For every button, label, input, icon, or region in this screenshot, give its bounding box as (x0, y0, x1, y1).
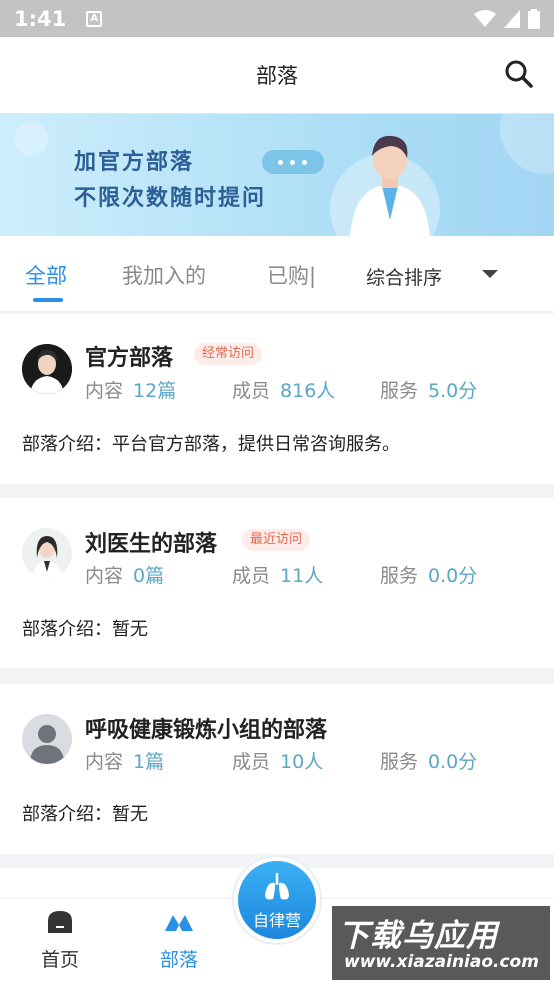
tribe-card[interactable]: 官方部落 经常访问 内容 12篇 成员 816人 服务 5.0分 部落介绍：平台官方部… (0, 314, 554, 484)
signal-icon (504, 9, 520, 28)
status-time: 1:41 (14, 6, 67, 31)
status-bar: 1:41 A (0, 0, 554, 37)
join-official-banner[interactable]: 加官方部落 不限次数随时提问 (0, 114, 554, 236)
tribe-intro: 部落介绍：暂无 (22, 619, 148, 640)
tribe-intro: 部落介绍：平台官方部落，提供日常咨询服务。 (22, 434, 400, 455)
doctor-avatar-icon (22, 528, 72, 578)
app-bar: 部落 (0, 37, 554, 114)
tribe-avatar (22, 344, 72, 394)
tribe-card[interactable]: 刘医生的部落 最近访问 内容 0篇 成员 11人 服务 0.0分 部落介绍：暂无 (0, 498, 554, 668)
tribe-content-stat: 内容 12篇 (85, 380, 177, 402)
search-icon[interactable] (504, 59, 534, 89)
visit-badge: 经常访问 (194, 343, 263, 365)
tab-bar: 全部 我加入的 已购| 综合排序 (0, 236, 554, 312)
tribe-avatar (22, 714, 72, 764)
banner-line-1: 加官方部落 (74, 150, 195, 175)
notification-icon: A (86, 10, 103, 27)
tribe-members-stat: 成员 816人 (232, 380, 336, 402)
tab-active-indicator (33, 298, 63, 302)
tribe-name: 呼吸健康锻炼小组的部落 (85, 718, 328, 743)
watermark-title: 下载乌应用 (338, 918, 498, 954)
tab-all[interactable]: 全部 (25, 260, 67, 290)
banner-decor-circle (14, 122, 48, 156)
tribe-icon (165, 915, 193, 931)
nav-tribe[interactable]: 部落 (139, 909, 219, 972)
home-icon (48, 911, 72, 933)
wifi-icon (474, 9, 496, 27)
watermark-logo: 下载乌应用 www.xiazainiao.com (332, 906, 550, 980)
nav-home[interactable]: 首页 (20, 909, 100, 972)
default-avatar-icon (22, 714, 72, 764)
tab-joined[interactable]: 我加入的 (122, 260, 206, 290)
lungs-icon (265, 873, 289, 900)
banner-decor-circle (500, 114, 554, 174)
banner-line-2: 不限次数随时提问 (74, 186, 267, 211)
self-discipline-camp-button[interactable]: 自律营 (234, 857, 320, 943)
sort-dropdown[interactable]: 综合排序 (366, 263, 442, 290)
tribe-service-stat: 服务 0.0分 (380, 565, 478, 587)
visit-badge: 最近访问 (242, 529, 311, 551)
fab-label: 自律营 (252, 911, 301, 930)
tribe-members-stat: 成员 10人 (232, 751, 324, 773)
tribe-members-stat: 成员 11人 (232, 565, 324, 587)
doctor-illustration (350, 135, 430, 236)
chat-bubble-icon (262, 150, 324, 174)
nav-home-label: 首页 (40, 949, 79, 971)
tribe-service-stat: 服务 0.0分 (380, 751, 478, 773)
tribe-avatar (22, 528, 72, 578)
tribe-content-stat: 内容 0篇 (85, 565, 165, 587)
nav-tribe-label: 部落 (159, 949, 198, 971)
tribe-content-stat: 内容 1篇 (85, 751, 165, 773)
tab-purchased[interactable]: 已购| (267, 260, 316, 290)
tribe-name: 官方部落 (85, 346, 174, 371)
tribe-service-stat: 服务 5.0分 (380, 380, 478, 402)
tribe-intro: 部落介绍：暂无 (22, 804, 148, 825)
tribe-card[interactable]: 呼吸健康锻炼小组的部落 内容 1篇 成员 10人 服务 0.0分 部落介绍：暂无 (0, 684, 554, 854)
battery-icon (528, 8, 540, 29)
doctor-avatar-icon (22, 344, 72, 394)
page-title: 部落 (256, 64, 298, 88)
watermark-url: www.xiazainiao.com (344, 952, 539, 972)
tribe-name: 刘医生的部落 (85, 532, 218, 557)
dropdown-arrow-icon[interactable] (482, 270, 498, 278)
